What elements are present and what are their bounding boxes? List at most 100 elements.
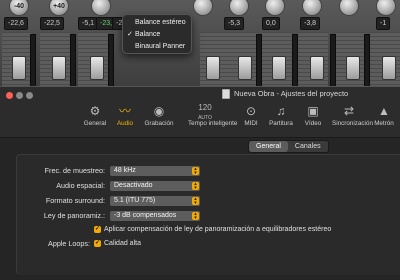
title-bar: Nueva Obra - Ajustes del proyecto (0, 87, 400, 101)
tab-label: MIDI (244, 120, 258, 127)
tab-recording[interactable]: ◉ Grabación (142, 102, 176, 127)
spatial-audio-label: Audio espacial: (56, 181, 105, 190)
surround-popup[interactable]: 5.1 (ITU 775) ▴ ▾ (110, 196, 200, 206)
pan-compensation-checkbox[interactable]: ✓ (94, 226, 101, 233)
gear-icon: ⚙ (89, 104, 101, 118)
volume-fader[interactable] (12, 56, 26, 80)
surround-label: Formato surround: (45, 196, 105, 205)
subtab-control: General Canales (248, 140, 329, 153)
level-display: -22,5 (40, 17, 64, 30)
midi-icon: ⊙ (245, 104, 257, 118)
pan-knob[interactable]: -40 (9, 0, 29, 16)
waveform-icon: 〰 (118, 104, 131, 118)
sample-rate-value: 48 kHz (114, 167, 136, 174)
close-button[interactable] (6, 92, 13, 99)
level-meter (256, 34, 262, 92)
document-icon (222, 89, 230, 99)
tab-score[interactable]: ♫ Partitura (264, 102, 298, 127)
pan-knob[interactable] (376, 0, 396, 16)
pan-knob[interactable] (265, 0, 285, 16)
subtab-general[interactable]: General (249, 141, 288, 152)
metronome-icon: ▲ (378, 104, 390, 118)
record-icon: ◉ (153, 104, 165, 118)
menu-item-label: Binaural Panner (135, 43, 186, 50)
pan-knob[interactable] (339, 0, 359, 16)
pan-law-value: -3 dB compensados (114, 212, 177, 219)
level-meter (292, 34, 298, 92)
apple-loops-quality-label: Calidad alta (104, 240, 141, 247)
score-icon: ♫ (276, 104, 286, 118)
level-meter (108, 34, 114, 92)
pan-law-popup[interactable]: -3 dB compensados ▴ ▾ (110, 211, 200, 221)
volume-fader[interactable] (346, 56, 360, 80)
apple-loops-row: Apple Loops: (17, 238, 90, 249)
mixer-area: -40 +40 -22,6 -22,5 -5,1 -23,0 -2,8 -5,3… (0, 0, 400, 92)
tab-metronome[interactable]: ▲ Metrón (368, 102, 400, 127)
volume-fader[interactable] (238, 56, 252, 80)
volume-fader[interactable] (310, 56, 324, 80)
traffic-lights (6, 90, 36, 104)
project-settings-window: Nueva Obra - Ajustes del proyecto ⚙ Gene… (0, 86, 400, 280)
tempo-value: 120 (198, 103, 212, 112)
settings-panel: Frec. de muestreo: 48 kHz ▴ ▾ Audio espac… (16, 154, 400, 275)
level-display: -5,3 (224, 17, 245, 30)
surround-row: Formato surround: (17, 195, 105, 206)
window-title-text: Nueva Obra - Ajustes del proyecto (234, 89, 349, 98)
pan-mode-menu: Balance estéreo ✓ Balance Binaural Panne… (122, 14, 192, 54)
level-meter (70, 34, 76, 92)
tempo-icon: 120 AUTO (188, 103, 222, 121)
level-meter (364, 34, 370, 92)
menu-item-label: Balance (135, 31, 161, 38)
menu-item-balance[interactable]: ✓ Balance (123, 29, 191, 41)
minimize-button[interactable] (16, 92, 23, 99)
tab-midi[interactable]: ⊙ MIDI (234, 102, 268, 127)
tab-label: Metrón (374, 120, 394, 127)
chevron-updown-icon: ▴ ▾ (192, 182, 199, 191)
tab-label: Audio (116, 120, 134, 127)
tab-label: General (83, 120, 107, 127)
tab-label: Vídeo (304, 120, 322, 127)
checkmark-icon: ✓ (127, 31, 133, 38)
menu-item-binaural-panner[interactable]: Binaural Panner (123, 41, 191, 53)
tab-audio[interactable]: 〰 Audio (108, 102, 142, 127)
level-display: 0,0 (262, 17, 280, 30)
level-meter (30, 34, 36, 92)
spatial-audio-row: Audio espacial: (17, 180, 105, 191)
surround-value: 5.1 (ITU 775) (114, 197, 156, 204)
level-meter (330, 34, 336, 92)
volume-fader[interactable] (382, 56, 396, 80)
tab-label: Tempo inteligente (188, 120, 238, 127)
tab-label: Partitura (269, 120, 293, 127)
sample-rate-row: Frec. de muestreo: (17, 165, 105, 176)
chevron-updown-icon: ▴ ▾ (192, 167, 199, 176)
pan-knob[interactable] (302, 0, 322, 16)
sync-icon: ⇄ (343, 104, 355, 118)
pan-knob[interactable] (229, 0, 249, 16)
volume-fader[interactable] (206, 56, 220, 80)
tab-smart-tempo[interactable]: 120 AUTO Tempo inteligente (188, 102, 238, 127)
volume-fader[interactable] (90, 56, 104, 80)
pan-knob[interactable] (91, 0, 111, 16)
volume-fader[interactable] (52, 56, 66, 80)
pan-knob[interactable]: +40 (49, 0, 69, 16)
tab-sync[interactable]: ⇄ Sincronización (332, 102, 373, 127)
spatial-audio-value: Desactivado (114, 182, 153, 189)
menu-item-stereo-balance[interactable]: Balance estéreo (123, 17, 191, 29)
volume-fader[interactable] (272, 56, 286, 80)
level-display: -1 (376, 17, 391, 30)
zoom-button[interactable] (26, 92, 33, 99)
sample-rate-popup[interactable]: 48 kHz ▴ ▾ (110, 166, 200, 176)
level-display: -22,6 (4, 17, 28, 30)
pan-knob[interactable] (193, 0, 213, 16)
apple-loops-quality-checkbox[interactable]: ✓ (94, 240, 101, 247)
level-display: -3,8 (300, 17, 321, 30)
tab-general[interactable]: ⚙ General (78, 102, 112, 127)
tab-video[interactable]: ▣ Vídeo (296, 102, 330, 127)
window-title: Nueva Obra - Ajustes del proyecto (222, 87, 348, 101)
chevron-updown-icon: ▴ ▾ (192, 197, 199, 206)
spatial-audio-popup[interactable]: Desactivado ▴ ▾ (110, 181, 200, 191)
pan-law-row: Ley de panoramiz.: (17, 210, 105, 221)
tab-label: Sincronización (332, 120, 373, 127)
subtab-channels[interactable]: Canales (288, 141, 328, 152)
apple-loops-label: Apple Loops: (48, 239, 90, 248)
